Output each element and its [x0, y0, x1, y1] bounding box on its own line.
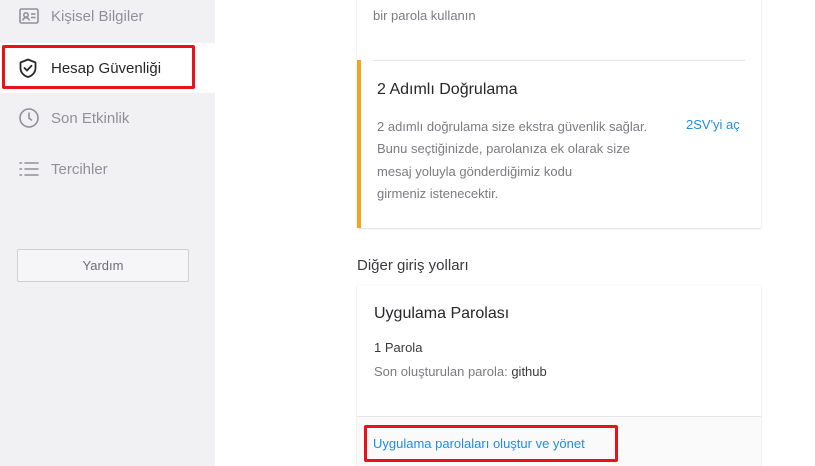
sidebar-item-label: Son Etkinlik [51, 109, 130, 127]
password-item-description: bir parola kullanın [373, 8, 476, 23]
two-step-title: 2 Adımlı Doğrulama [377, 81, 518, 98]
warning-accent-bar [357, 60, 361, 228]
account-page: Kişisel Bilgiler Hesap Güvenliği Son Etk… [0, 0, 815, 466]
contact-card-icon [18, 5, 40, 27]
help-button[interactable]: Yardım [17, 249, 189, 282]
app-password-count: 1 Parola [374, 340, 423, 355]
two-step-description: 2 adımlı doğrulama size ekstra güvenlik … [377, 116, 677, 205]
last-created-label: Son oluşturulan parola: [374, 364, 508, 379]
sidebar-item-label: Kişisel Bilgiler [51, 7, 144, 25]
section-title-other-signin: Diğer giriş yolları [357, 257, 469, 274]
shield-check-icon [17, 57, 39, 79]
two-step-description-line: mesaj yoluyla gönderdiğimiz kodu [377, 163, 573, 179]
app-passwords-title: Uygulama Parolası [374, 305, 510, 322]
manage-app-passwords-link[interactable]: Uygulama parolaları oluştur ve yönet [373, 436, 585, 451]
clock-icon [18, 107, 40, 129]
last-created-password: Son oluşturulan parola: github [374, 364, 547, 379]
last-created-value: github [511, 364, 547, 379]
enable-two-step-link[interactable]: 2SV'yi aç [686, 117, 740, 132]
sidebar: Kişisel Bilgiler Hesap Güvenliği Son Etk… [0, 0, 215, 466]
sidebar-item-recent-activity[interactable]: Son Etkinlik [0, 94, 215, 142]
divider [373, 60, 745, 61]
two-step-description-line: girmeniz istenecektir. [377, 185, 499, 201]
two-step-description-line: 2 adımlı doğrulama size ekstra güvenlik … [377, 119, 648, 134]
app-passwords-card: Uygulama Parolası 1 Parola Son oluşturul… [357, 285, 761, 466]
app-passwords-footer: Uygulama parolaları oluştur ve yönet [357, 416, 761, 466]
sidebar-item-label: Hesap Güvenliği [51, 59, 162, 77]
sidebar-item-preferences[interactable]: Tercihler [0, 145, 215, 193]
two-step-description-line: Bunu seçtiğinizde, parolanıza ek olarak … [377, 141, 630, 157]
sidebar-item-account-security[interactable]: Hesap Güvenliği [0, 43, 215, 93]
list-icon [18, 158, 40, 180]
sidebar-item-personal-info[interactable]: Kişisel Bilgiler [0, 0, 215, 40]
sidebar-item-label: Tercihler [51, 160, 108, 178]
